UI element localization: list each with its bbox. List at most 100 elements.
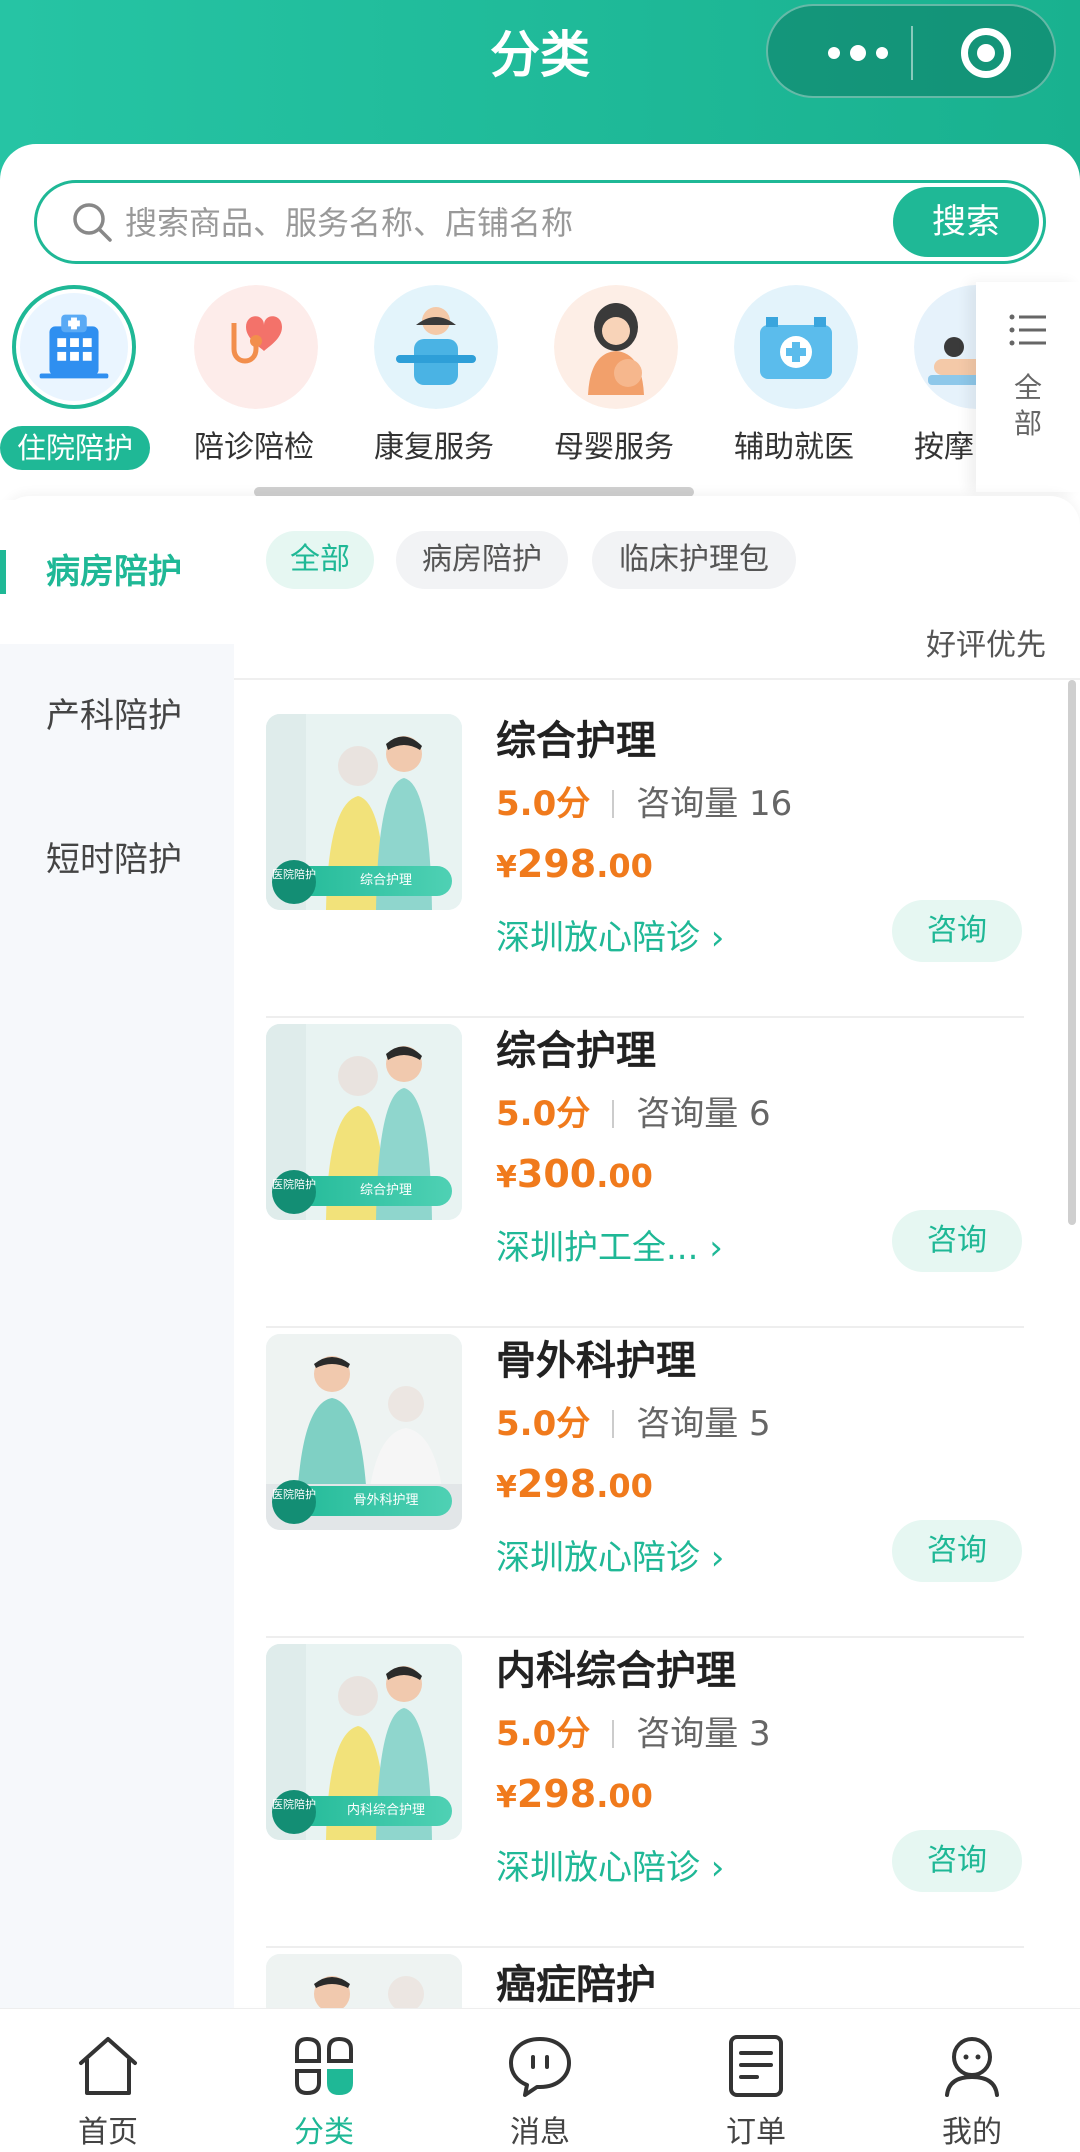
stethoscope-heart-icon — [194, 285, 318, 409]
product-title: 综合护理 — [496, 718, 656, 764]
badge-hospital-care: 医院陪护 — [272, 1790, 316, 1834]
all-tab-label-line1: 全 — [1013, 371, 1042, 404]
product-price: ¥298.00 — [496, 1462, 653, 1506]
capsule-divider — [911, 26, 913, 80]
consult-button[interactable]: 咨询 — [892, 1830, 1022, 1892]
product-price: ¥298.00 — [496, 1772, 653, 1816]
category-item-medical-assist[interactable]: 辅助就医 — [704, 280, 884, 470]
product-title: 综合护理 — [496, 1028, 656, 1074]
category-label: 按摩 — [914, 430, 974, 465]
all-tab-label-line2: 部 — [1013, 407, 1042, 440]
profile-icon — [945, 2037, 999, 2097]
consult-button[interactable]: 咨询 — [892, 900, 1022, 962]
medical-kit-icon — [734, 285, 858, 409]
shop-link[interactable]: 深圳放心陪诊 › — [496, 1530, 724, 1579]
product-image: 医院陪护 综合护理 — [266, 714, 462, 910]
consult-count: 咨询量 3 — [636, 1714, 771, 1754]
chip-ward-care[interactable]: 病房陪护 — [396, 531, 568, 589]
list-icon — [1009, 314, 1046, 346]
product-meta: 5.0分 咨询量 16 — [496, 776, 792, 825]
product-card[interactable]: 癌症陪护 — [266, 1954, 1026, 2014]
search-button[interactable]: 搜索 — [893, 187, 1039, 257]
tab-label: 订单 — [726, 2115, 786, 2150]
search-bar: 搜索 — [34, 180, 1046, 264]
hospital-icon — [12, 285, 136, 409]
product-card[interactable]: 医院陪护 综合护理 综合护理 5.0分 咨询量 16 ¥298.00 深圳放心陪诊… — [266, 714, 1026, 1024]
category-strip: 住院陪护 陪诊陪检 康复服务 母婴服务 辅助就医 按摩 — [0, 280, 976, 480]
category-icon — [295, 2036, 353, 2096]
product-image-badge: 医院陪护 综合护理 — [272, 1170, 452, 1214]
close-target-icon[interactable] — [961, 28, 1011, 78]
category-item-rehab[interactable]: 康复服务 — [344, 280, 524, 470]
product-score: 5.0分 — [496, 1094, 591, 1134]
category-item-escort[interactable]: 陪诊陪检 — [164, 280, 344, 470]
product-meta: 5.0分 咨询量 3 — [496, 1706, 771, 1755]
mini-program-capsule — [766, 4, 1056, 98]
badge-hospital-care: 医院陪护 — [272, 1170, 316, 1214]
product-image — [266, 1954, 462, 2014]
price-decimal: .00 — [596, 1777, 653, 1815]
category-label: 康复服务 — [374, 430, 494, 465]
badge-hospital-care: 医院陪护 — [272, 1480, 316, 1524]
product-image: 医院陪护 骨外科护理 — [266, 1334, 462, 1530]
product-image: 医院陪护 综合护理 — [266, 1024, 462, 1220]
badge-service: 综合护理 — [359, 1183, 412, 1198]
search-icon — [73, 203, 112, 242]
massage-icon — [914, 285, 976, 409]
more-icon[interactable] — [808, 6, 908, 100]
list-scrollbar[interactable] — [1068, 680, 1076, 1225]
tab-messages[interactable]: 消息 — [432, 2009, 648, 2152]
badge-hospital-care: 医院陪护 — [272, 860, 316, 904]
tab-label: 我的 — [942, 2115, 1002, 2150]
sort-button[interactable]: 好评优先 — [926, 620, 1046, 664]
tab-profile[interactable]: 我的 — [864, 2009, 1080, 2152]
product-meta: 5.0分 咨询量 6 — [496, 1086, 771, 1135]
price-integer: 298 — [516, 1772, 597, 1816]
category-item-hospital-care[interactable]: 住院陪护 — [0, 280, 180, 470]
tab-home[interactable]: 首页 — [0, 2009, 216, 2152]
category-label: 住院陪护 — [0, 426, 150, 470]
shop-link[interactable]: 深圳放心陪诊 › — [496, 910, 724, 959]
price-integer: 298 — [516, 842, 597, 886]
bottom-tab-bar: 首页 分类 消息 订单 我的 — [0, 2008, 1080, 2152]
sidebar-item-obstetric-care[interactable]: 产科陪护 — [0, 644, 234, 788]
product-image: 医院陪护 内科综合护理 — [266, 1644, 462, 1840]
all-tab-label: 全 部 — [976, 370, 1080, 442]
mother-baby-icon — [554, 285, 678, 409]
product-score: 5.0分 — [496, 1714, 591, 1754]
sidebar-item-short-term-care[interactable]: 短时陪护 — [0, 788, 234, 932]
shop-link[interactable]: 深圳护工全... › — [496, 1220, 723, 1269]
consult-count: 咨询量 5 — [636, 1404, 771, 1444]
tab-orders[interactable]: 订单 — [648, 2009, 864, 2152]
shop-link[interactable]: 深圳放心陪诊 › — [496, 1840, 724, 1889]
consult-button[interactable]: 咨询 — [892, 1210, 1022, 1272]
product-card[interactable]: 医院陪护 综合护理 综合护理 5.0分 咨询量 6 ¥300.00 深圳护工全..… — [266, 1024, 1026, 1334]
price-symbol: ¥ — [496, 850, 517, 885]
tab-category[interactable]: 分类 — [216, 2009, 432, 2152]
sidebar-item-ward-care[interactable]: 病房陪护 — [0, 500, 234, 644]
product-title: 骨外科护理 — [496, 1338, 696, 1384]
product-meta: 5.0分 咨询量 5 — [496, 1396, 771, 1445]
search-input[interactable] — [125, 193, 925, 253]
price-symbol: ¥ — [496, 1160, 517, 1195]
price-integer: 298 — [516, 1462, 597, 1506]
product-card[interactable]: 医院陪护 内科综合护理 内科综合护理 5.0分 咨询量 3 ¥298.00 深圳放… — [266, 1644, 1026, 1954]
card-divider — [266, 1946, 1024, 1948]
product-price: ¥298.00 — [496, 842, 653, 886]
category-label: 陪诊陪检 — [194, 430, 314, 465]
all-categories-button[interactable]: 全 部 — [976, 282, 1080, 492]
category-label: 辅助就医 — [734, 430, 854, 465]
badge-service: 内科综合护理 — [346, 1803, 425, 1818]
product-title: 内科综合护理 — [496, 1648, 736, 1694]
product-card[interactable]: 医院陪护 骨外科护理 骨外科护理 5.0分 咨询量 5 ¥298.00 深圳放心陪… — [266, 1334, 1026, 1644]
category-item-maternity[interactable]: 母婴服务 — [524, 280, 704, 470]
price-decimal: .00 — [596, 847, 653, 885]
chip-clinical-package[interactable]: 临床护理包 — [592, 531, 796, 589]
badge-service: 骨外科护理 — [353, 1493, 419, 1508]
consult-button[interactable]: 咨询 — [892, 1520, 1022, 1582]
category-item-massage[interactable]: 按摩 — [884, 280, 976, 470]
tab-label: 首页 — [78, 2115, 138, 2150]
product-image-badge: 医院陪护 综合护理 — [272, 860, 452, 904]
rehab-person-icon — [374, 285, 498, 409]
chip-all[interactable]: 全部 — [266, 531, 374, 589]
